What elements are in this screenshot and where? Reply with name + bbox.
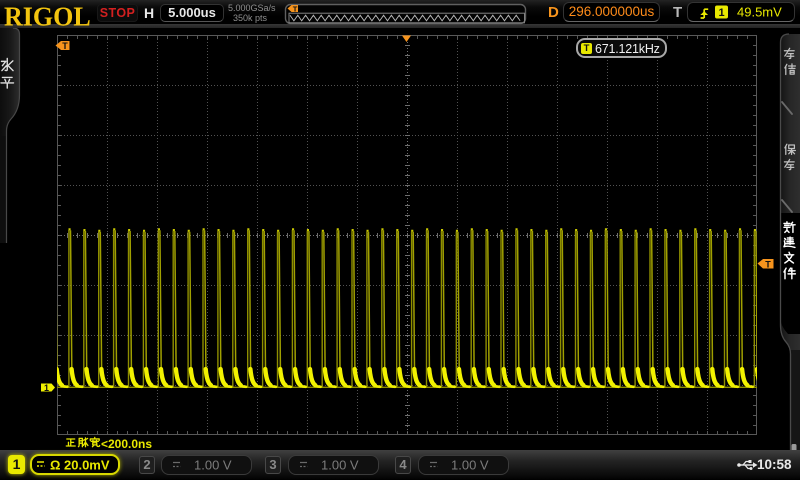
svg-text:1: 1 <box>718 7 724 19</box>
svg-text:<200.0ns: <200.0ns <box>101 437 152 451</box>
svg-text:1.00 V: 1.00 V <box>451 458 489 473</box>
svg-text:20.0mV: 20.0mV <box>64 458 110 473</box>
svg-text:T: T <box>293 4 298 13</box>
svg-text:Ω: Ω <box>50 458 60 473</box>
svg-text:1.00 V: 1.00 V <box>321 458 359 473</box>
svg-text:1.00 V: 1.00 V <box>194 458 232 473</box>
svg-text:T: T <box>62 41 68 51</box>
svg-text:1: 1 <box>44 383 49 393</box>
svg-text:T: T <box>765 260 771 270</box>
svg-text:49.5mV: 49.5mV <box>737 5 782 20</box>
